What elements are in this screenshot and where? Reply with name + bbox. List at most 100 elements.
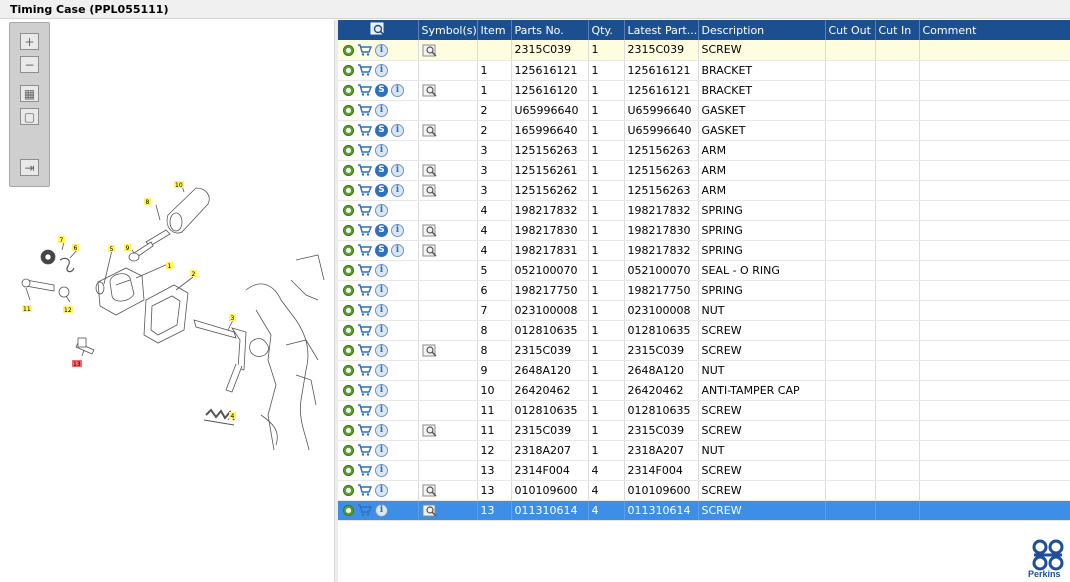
info-icon[interactable]: i <box>391 223 404 237</box>
illustration-symbol-icon[interactable] <box>422 44 439 57</box>
info-icon[interactable]: i <box>375 363 388 377</box>
illustration-symbol-icon[interactable] <box>422 184 439 197</box>
info-icon[interactable]: i <box>375 263 388 277</box>
add-to-cart-icon[interactable] <box>357 204 372 216</box>
table-row[interactable]: Si 3 125156261 1 125156263 ARM <box>338 160 1070 181</box>
exploded-diagram[interactable]: 1 2 3 4 5 6 7 8 9 10 11 12 13 <box>6 160 326 450</box>
callout-label[interactable]: 7 <box>60 237 64 244</box>
add-to-cart-icon[interactable] <box>357 464 372 476</box>
callout-label[interactable]: 10 <box>175 182 183 189</box>
supersession-icon[interactable]: S <box>375 123 388 137</box>
info-icon[interactable]: i <box>375 63 388 77</box>
callout-label[interactable]: 4 <box>231 413 235 420</box>
column-header-comment[interactable]: Comment <box>919 20 1070 40</box>
column-header-icons[interactable] <box>338 20 419 40</box>
callout-label[interactable]: 1 <box>168 263 172 270</box>
callout-label[interactable]: 13 <box>73 361 81 368</box>
info-icon[interactable]: i <box>375 503 388 517</box>
add-to-cart-icon[interactable] <box>357 44 372 56</box>
column-header-item[interactable]: Item <box>477 20 512 40</box>
settings-gear-icon[interactable] <box>343 104 354 116</box>
info-icon[interactable]: i <box>375 423 388 437</box>
table-row[interactable]: i 2 U65996640 1 U65996640 GASKET <box>338 100 1070 121</box>
diagram-pane[interactable]: + − ▦ ▢ ⇥ 1 2 3 4 5 6 7 8 9 10 11 12 13 <box>6 20 335 582</box>
add-to-cart-icon[interactable] <box>357 244 372 256</box>
illustration-symbol-icon[interactable] <box>422 484 439 497</box>
settings-gear-icon[interactable] <box>343 244 354 256</box>
table-row[interactable]: Si 1 125616120 1 125616121 BRACKET <box>338 80 1070 101</box>
add-to-cart-icon[interactable] <box>357 284 372 296</box>
info-icon[interactable]: i <box>391 243 404 257</box>
illustration-symbol-icon[interactable] <box>422 424 439 437</box>
table-row[interactable]: Si 4 198217831 1 198217832 SPRING <box>338 240 1070 261</box>
supersession-icon[interactable]: S <box>375 163 388 177</box>
add-to-cart-icon[interactable] <box>357 84 372 96</box>
info-icon[interactable]: i <box>375 463 388 477</box>
info-icon[interactable]: i <box>391 163 404 177</box>
table-row[interactable]: i 13 010109600 4 010109600 SCREW <box>338 480 1070 501</box>
illustration-symbol-icon[interactable] <box>422 504 439 517</box>
settings-gear-icon[interactable] <box>343 264 354 276</box>
add-to-cart-icon[interactable] <box>357 504 372 516</box>
table-row[interactable]: i 6 198217750 1 198217750 SPRING <box>338 280 1070 301</box>
info-icon[interactable]: i <box>375 103 388 117</box>
settings-gear-icon[interactable] <box>343 484 354 496</box>
table-row[interactable]: i 1 125616121 1 125616121 BRACKET <box>338 60 1070 81</box>
table-row[interactable]: i 3 125156263 1 125156263 ARM <box>338 140 1070 161</box>
callout-label[interactable]: 9 <box>126 245 130 252</box>
column-header-cut-out[interactable]: Cut Out <box>825 20 876 40</box>
info-icon[interactable]: i <box>375 343 388 357</box>
add-to-cart-icon[interactable] <box>357 184 372 196</box>
info-icon[interactable]: i <box>391 123 404 137</box>
add-to-cart-icon[interactable] <box>357 64 372 76</box>
column-header-parts-no[interactable]: Parts No. <box>511 20 589 40</box>
column-header-latest-part[interactable]: Latest Part... <box>624 20 699 40</box>
add-to-cart-icon[interactable] <box>357 404 372 416</box>
illustration-symbol-icon[interactable] <box>422 84 439 97</box>
actual-size-icon[interactable]: ▢ <box>20 108 39 125</box>
settings-gear-icon[interactable] <box>343 444 354 456</box>
add-to-cart-icon[interactable] <box>357 124 372 136</box>
info-icon[interactable]: i <box>375 323 388 337</box>
column-header-qty[interactable]: Qty. <box>588 20 625 40</box>
callout-label[interactable]: 5 <box>110 246 114 253</box>
column-header-description[interactable]: Description <box>698 20 826 40</box>
table-row[interactable]: i 13 2314F004 4 2314F004 SCREW <box>338 460 1070 481</box>
search-filter-icon[interactable] <box>370 22 386 36</box>
table-row[interactable]: Si 3 125156262 1 125156263 ARM <box>338 180 1070 201</box>
illustration-symbol-icon[interactable] <box>422 164 439 177</box>
table-row[interactable]: i 4 198217832 1 198217832 SPRING <box>338 200 1070 221</box>
callout-label[interactable]: 11 <box>23 306 31 313</box>
illustration-symbol-icon[interactable] <box>422 124 439 137</box>
supersession-icon[interactable]: S <box>375 83 388 97</box>
supersession-icon[interactable]: S <box>375 223 388 237</box>
settings-gear-icon[interactable] <box>343 384 354 396</box>
settings-gear-icon[interactable] <box>343 464 354 476</box>
column-header-cut-in[interactable]: Cut In <box>875 20 920 40</box>
add-to-cart-icon[interactable] <box>357 144 372 156</box>
add-to-cart-icon[interactable] <box>357 104 372 116</box>
settings-gear-icon[interactable] <box>343 344 354 356</box>
settings-gear-icon[interactable] <box>343 124 354 136</box>
add-to-cart-icon[interactable] <box>357 164 372 176</box>
add-to-cart-icon[interactable] <box>357 324 372 336</box>
column-header-symbols[interactable]: Symbol(s) <box>418 20 478 40</box>
supersession-icon[interactable]: S <box>375 183 388 197</box>
settings-gear-icon[interactable] <box>343 364 354 376</box>
table-row[interactable]: i 12 2318A207 1 2318A207 NUT <box>338 440 1070 461</box>
table-row[interactable]: i 8 012810635 1 012810635 SCREW <box>338 320 1070 341</box>
add-to-cart-icon[interactable] <box>357 304 372 316</box>
info-icon[interactable]: i <box>375 483 388 497</box>
table-row[interactable]: i 13 011310614 4 011310614 SCREW <box>338 500 1070 521</box>
illustration-symbol-icon[interactable] <box>422 244 439 257</box>
add-to-cart-icon[interactable] <box>357 224 372 236</box>
callout-label[interactable]: 8 <box>146 199 150 206</box>
settings-gear-icon[interactable] <box>343 44 354 56</box>
settings-gear-icon[interactable] <box>343 404 354 416</box>
callout-label[interactable]: 12 <box>64 307 72 314</box>
illustration-symbol-icon[interactable] <box>422 224 439 237</box>
add-to-cart-icon[interactable] <box>357 444 372 456</box>
info-icon[interactable]: i <box>375 43 388 57</box>
settings-gear-icon[interactable] <box>343 144 354 156</box>
table-row[interactable]: i 5 052100070 1 052100070 SEAL - O RING <box>338 260 1070 281</box>
